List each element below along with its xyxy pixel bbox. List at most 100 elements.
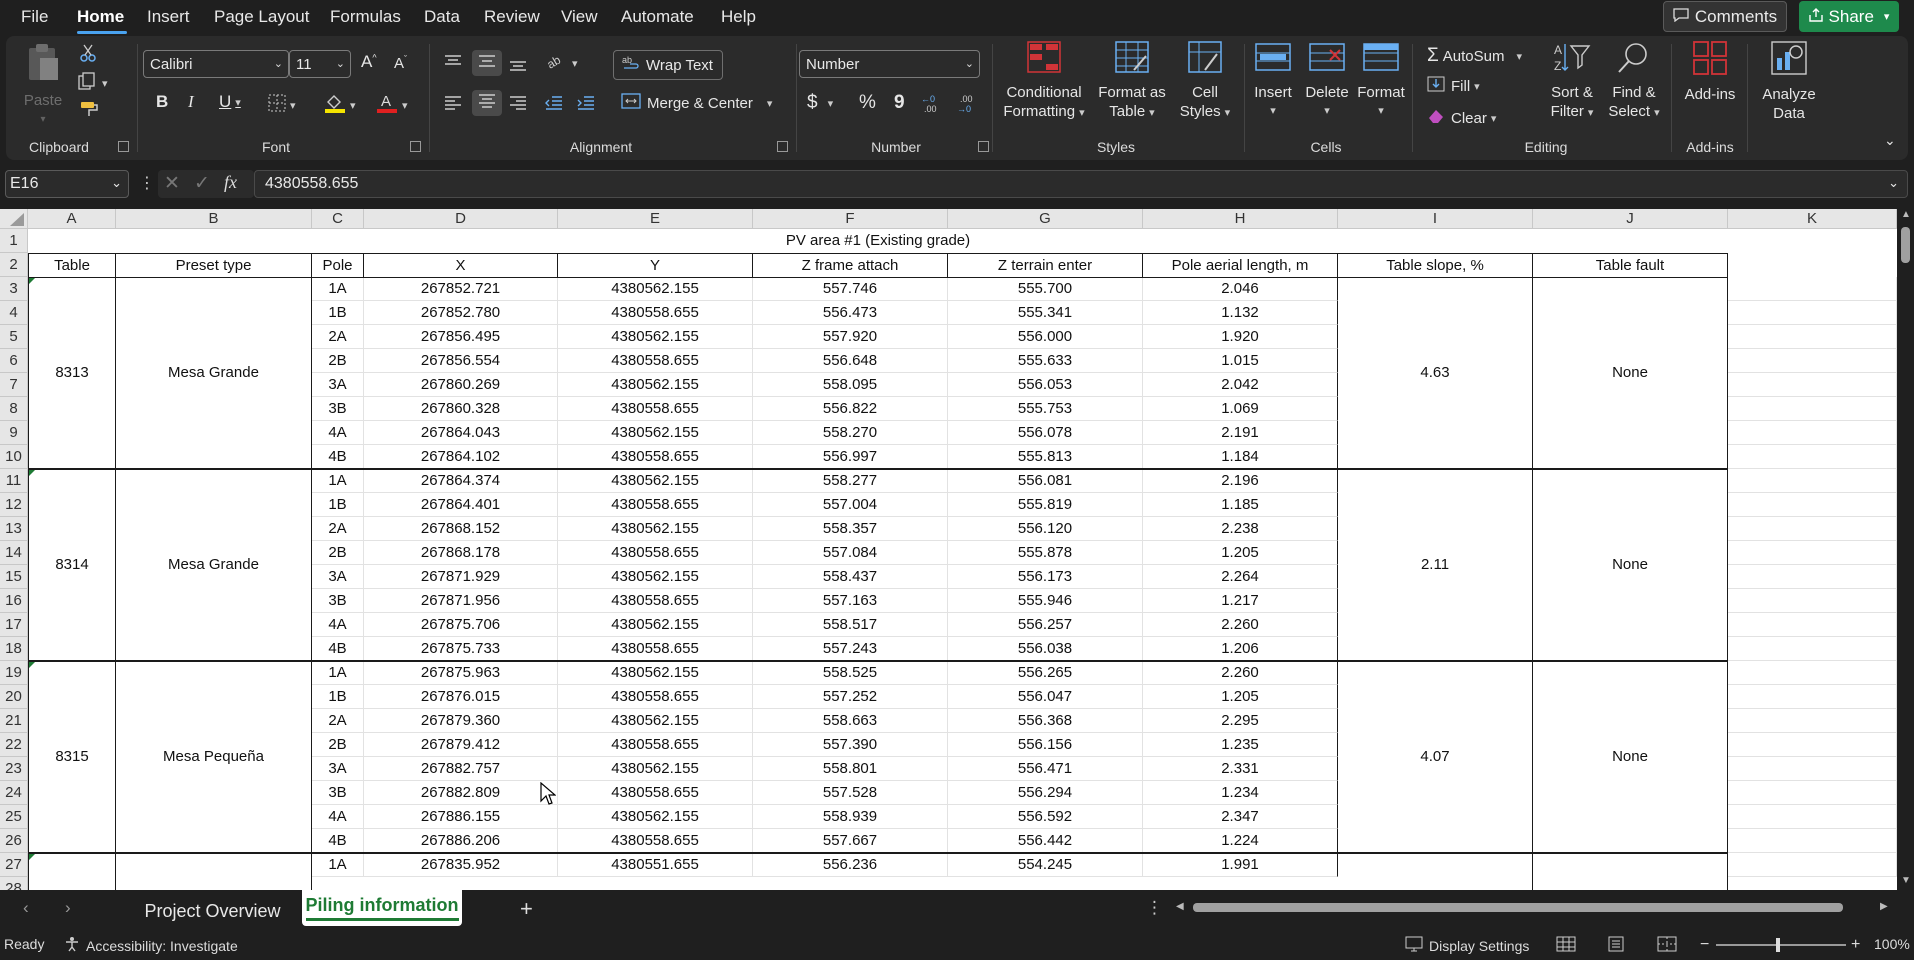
menu-automate[interactable]: Automate — [621, 7, 694, 27]
menu-formulas[interactable]: Formulas — [330, 7, 401, 27]
pole-cell[interactable]: 2B — [312, 349, 364, 373]
y-cell[interactable]: 4380562.155 — [558, 661, 753, 685]
row-header[interactable]: 19 — [0, 661, 28, 685]
x-cell[interactable]: 267868.178 — [364, 541, 558, 565]
pole-cell[interactable]: 2B — [312, 733, 364, 757]
x-cell[interactable]: 267882.809 — [364, 781, 558, 805]
pole-length-cell[interactable]: 1.235 — [1143, 733, 1338, 757]
tab-project-overview[interactable]: Project Overview — [130, 896, 295, 926]
empty-cell[interactable] — [1728, 733, 1897, 757]
y-cell[interactable]: 4380562.155 — [558, 517, 753, 541]
pole-cell[interactable]: 3A — [312, 757, 364, 781]
x-cell[interactable]: 267882.757 — [364, 757, 558, 781]
y-cell[interactable]: 4380562.155 — [558, 565, 753, 589]
column-header-e[interactable]: E — [558, 209, 753, 229]
row-header[interactable]: 27 — [0, 853, 28, 877]
fill-color-button[interactable]: ▾ — [324, 92, 356, 118]
decrease-decimal-button[interactable]: .00 →0 — [956, 92, 980, 118]
row-header[interactable]: 4 — [0, 301, 28, 325]
more-options-icon[interactable]: ⋮ — [1146, 898, 1163, 918]
pole-cell[interactable]: 1B — [312, 493, 364, 517]
z-frame-cell[interactable]: 557.746 — [753, 277, 948, 301]
row-header[interactable]: 26 — [0, 829, 28, 853]
z-frame-cell[interactable]: 557.528 — [753, 781, 948, 805]
collapse-ribbon-button[interactable]: ⌄ — [1884, 132, 1896, 149]
pole-length-cell[interactable]: 2.238 — [1143, 517, 1338, 541]
column-header-d[interactable]: D — [364, 209, 558, 229]
normal-view-icon[interactable] — [1556, 936, 1576, 952]
empty-cell[interactable] — [1728, 853, 1897, 877]
row-header[interactable]: 6 — [0, 349, 28, 373]
row-header[interactable]: 10 — [0, 445, 28, 469]
select-all-corner[interactable] — [0, 209, 28, 229]
y-cell[interactable]: 4380562.155 — [558, 757, 753, 781]
paste-button[interactable]: Paste ▾ — [22, 42, 64, 129]
z-frame-cell[interactable]: 558.801 — [753, 757, 948, 781]
chevron-down-icon[interactable]: ▾ — [1884, 10, 1890, 23]
row-header[interactable]: 20 — [0, 685, 28, 709]
z-terrain-cell[interactable]: 556.156 — [948, 733, 1143, 757]
table-fault-cell[interactable]: None — [1533, 469, 1728, 661]
y-cell[interactable]: 4380558.655 — [558, 493, 753, 517]
row-header[interactable]: 9 — [0, 421, 28, 445]
error-indicator-icon[interactable] — [29, 278, 35, 284]
empty-cell[interactable] — [1728, 469, 1897, 493]
z-terrain-cell[interactable]: 556.120 — [948, 517, 1143, 541]
column-header-a[interactable]: A — [28, 209, 116, 229]
y-cell[interactable]: 4380558.655 — [558, 829, 753, 853]
row-header[interactable]: 5 — [0, 325, 28, 349]
format-cells-button[interactable]: Format ▾ — [1354, 40, 1408, 121]
x-cell[interactable]: 267835.952 — [364, 853, 558, 877]
format-as-table-button[interactable]: Format as Table ▾ — [1093, 40, 1171, 123]
pole-length-cell[interactable]: 1.206 — [1143, 637, 1338, 661]
preset-type-cell[interactable]: Mesa Grande — [116, 469, 312, 661]
pole-length-cell[interactable]: 1.217 — [1143, 589, 1338, 613]
column-header-b[interactable]: B — [116, 209, 312, 229]
pole-cell[interactable]: 2B — [312, 541, 364, 565]
y-cell[interactable]: 4380562.155 — [558, 421, 753, 445]
align-center-button[interactable] — [472, 90, 502, 116]
column-header-g[interactable]: G — [948, 209, 1143, 229]
pole-cell[interactable]: 4A — [312, 613, 364, 637]
alignment-launcher-icon[interactable] — [777, 141, 788, 152]
pole-cell[interactable]: 1B — [312, 685, 364, 709]
conditional-formatting-button[interactable]: Conditional Formatting ▾ — [1000, 40, 1088, 123]
name-box[interactable]: E16 ⌄ — [5, 170, 129, 198]
table-slope-cell[interactable]: 4.07 — [1338, 661, 1533, 853]
pole-cell[interactable]: 3B — [312, 589, 364, 613]
row-header[interactable]: 15 — [0, 565, 28, 589]
z-frame-cell[interactable]: 556.997 — [753, 445, 948, 469]
menu-file[interactable]: File — [21, 7, 48, 27]
empty-cell[interactable] — [1728, 757, 1897, 781]
table-cell[interactable]: 8314 — [28, 469, 116, 661]
row-header[interactable]: 21 — [0, 709, 28, 733]
column-heading[interactable]: Table slope, % — [1338, 253, 1533, 278]
row-header[interactable]: 17 — [0, 613, 28, 637]
column-heading[interactable]: Pole aerial length, m — [1143, 253, 1338, 278]
z-frame-cell[interactable]: 558.517 — [753, 613, 948, 637]
y-cell[interactable]: 4380558.655 — [558, 589, 753, 613]
table-slope-cell[interactable]: 2.11 — [1338, 469, 1533, 661]
pole-cell[interactable]: 3B — [312, 397, 364, 421]
x-cell[interactable]: 267860.328 — [364, 397, 558, 421]
column-header-f[interactable]: F — [753, 209, 948, 229]
y-cell[interactable]: 4380558.655 — [558, 301, 753, 325]
z-frame-cell[interactable]: 557.084 — [753, 541, 948, 565]
y-cell[interactable]: 4380562.155 — [558, 613, 753, 637]
zoom-in-icon[interactable]: + — [1851, 936, 1860, 954]
next-sheet-icon[interactable]: › — [65, 898, 71, 918]
empty-cell[interactable] — [1728, 493, 1897, 517]
z-terrain-cell[interactable]: 556.592 — [948, 805, 1143, 829]
empty-cell[interactable] — [1728, 661, 1897, 685]
menu-view[interactable]: View — [561, 7, 598, 27]
y-cell[interactable]: 4380558.655 — [558, 541, 753, 565]
empty-cell[interactable] — [1728, 829, 1897, 853]
y-cell[interactable]: 4380558.655 — [558, 445, 753, 469]
empty-cell[interactable] — [1728, 277, 1897, 301]
vertical-scrollbar[interactable]: ▲ ▼ — [1897, 209, 1914, 890]
z-frame-cell[interactable]: 558.525 — [753, 661, 948, 685]
pole-cell[interactable]: 1B — [312, 301, 364, 325]
pole-cell[interactable]: 4A — [312, 421, 364, 445]
empty-cell[interactable] — [1728, 397, 1897, 421]
column-header-c[interactable]: C — [312, 209, 364, 229]
